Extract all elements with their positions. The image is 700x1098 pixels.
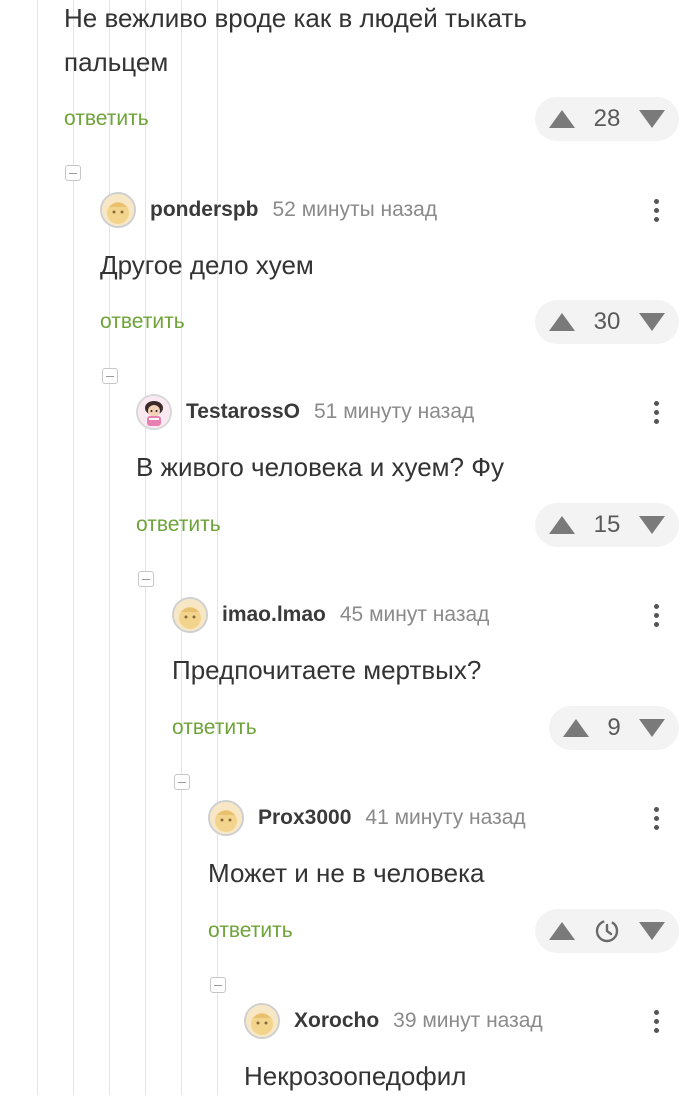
comment-time: 39 минут назад	[393, 1009, 543, 1032]
collapse-thread-button[interactable]	[138, 571, 154, 587]
default-avatar-icon	[174, 599, 206, 631]
upvote-icon[interactable]	[549, 516, 575, 534]
vote-widget	[535, 909, 679, 953]
vote-score: 28	[593, 105, 621, 132]
comment-text: Не вежливо вроде как в людей тыкать паль…	[64, 0, 527, 84]
default-avatar-icon	[246, 1005, 278, 1037]
comment-header: ponderspb 52 минуты назад	[100, 190, 437, 230]
collapse-thread-button[interactable]	[210, 977, 226, 993]
comment-text: В живого человека и хуем? Фу	[136, 452, 504, 482]
comment-text: Другое дело хуем	[100, 250, 314, 280]
collapse-thread-button[interactable]	[174, 774, 190, 790]
vote-widget: 9	[549, 706, 679, 750]
downvote-icon[interactable]	[638, 313, 665, 331]
vote-widget: 15	[535, 503, 679, 547]
more-options-icon[interactable]	[646, 392, 666, 432]
downvote-icon[interactable]	[638, 516, 665, 534]
avatar[interactable]	[172, 597, 208, 633]
comment-time: 45 минут назад	[339, 603, 490, 626]
more-options-icon[interactable]	[646, 595, 666, 635]
upvote-icon[interactable]	[549, 313, 575, 331]
more-options-icon[interactable]	[646, 1001, 666, 1041]
downvote-icon[interactable]	[638, 719, 665, 737]
downvote-icon[interactable]	[639, 922, 665, 940]
comment-time: 41 минуту назад	[365, 806, 526, 829]
thread-line	[181, 0, 182, 1095]
reply-button[interactable]: ответить	[64, 107, 149, 131]
comment-text: Некрозоопедофил	[244, 1061, 467, 1091]
thread-line	[145, 0, 146, 1095]
avatar[interactable]	[208, 800, 244, 836]
upvote-icon[interactable]	[549, 922, 575, 940]
avatar[interactable]	[100, 192, 136, 228]
vote-widget: 30	[535, 300, 679, 344]
comment-text-line: пальцем	[64, 47, 169, 77]
comment-time: 52 минуты назад	[272, 198, 438, 221]
username[interactable]: TestarossO	[186, 400, 300, 424]
more-options-icon[interactable]	[646, 190, 666, 230]
thread-line	[37, 0, 38, 1095]
upvote-icon[interactable]	[549, 110, 575, 128]
comment-header: TestarossO 51 минуту назад	[136, 392, 474, 432]
collapse-thread-button[interactable]	[102, 368, 118, 384]
more-options-icon[interactable]	[646, 798, 666, 838]
avatar[interactable]	[136, 394, 172, 430]
reply-button[interactable]: ответить	[100, 310, 185, 334]
default-avatar-icon	[210, 802, 242, 834]
comment-text-line: Не вежливо вроде как в людей тыкать	[64, 3, 527, 33]
comment-header: imao.lmao 45 минут назад	[172, 595, 489, 635]
upvote-icon[interactable]	[563, 719, 589, 737]
username[interactable]: imao.lmao	[222, 603, 326, 627]
comment-text: Предпочитаете мертвых?	[172, 655, 482, 685]
vote-score: 30	[593, 308, 621, 335]
username[interactable]: ponderspb	[150, 198, 259, 222]
reply-button[interactable]: ответить	[208, 919, 293, 943]
downvote-icon[interactable]	[638, 110, 665, 128]
collapse-thread-button[interactable]	[65, 165, 81, 181]
comment-header: Prox3000 41 минуту назад	[208, 798, 526, 838]
comment-text: Может и не в человека	[208, 858, 485, 888]
reply-button[interactable]: ответить	[136, 513, 221, 537]
thread-line	[109, 0, 110, 1095]
comment-header: Xorocho 39 минут назад	[244, 1001, 543, 1041]
username[interactable]: Xorocho	[294, 1009, 379, 1033]
vote-widget: 28	[535, 97, 679, 141]
default-avatar-icon	[102, 194, 134, 226]
cartoon-character-avatar	[138, 396, 170, 428]
vote-score: 15	[593, 511, 621, 538]
vote-score: 9	[607, 714, 621, 741]
reply-button[interactable]: ответить	[172, 716, 257, 740]
username[interactable]: Prox3000	[258, 806, 351, 830]
clock-icon	[593, 917, 621, 945]
avatar[interactable]	[244, 1003, 280, 1039]
comment-time: 51 минуту назад	[314, 400, 475, 423]
